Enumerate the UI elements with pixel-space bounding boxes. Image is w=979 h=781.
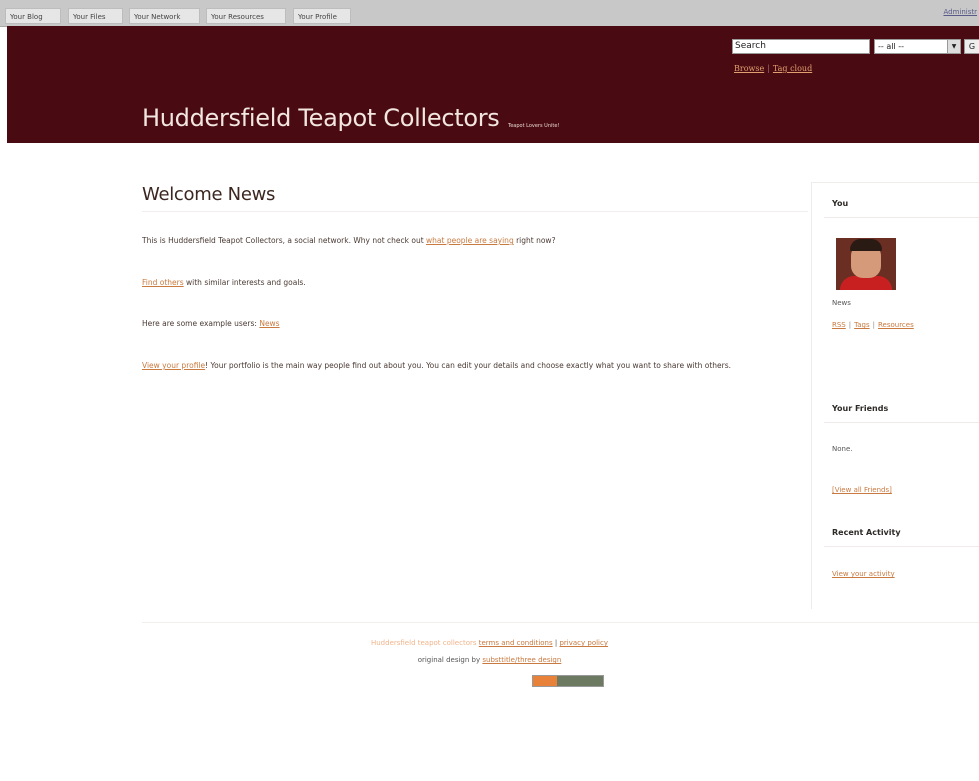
tab-your-network[interactable]: Your Network [129,8,200,24]
user-name: News [832,299,851,307]
administration-link[interactable]: Administr [943,8,977,16]
example-users-paragraph: Here are some example users: News [142,316,810,332]
site-header: Search -- all -- ▼ G Browse | Tag cloud Hu… [7,26,979,143]
footer-site-name: Huddersfield teapot collectors [370,639,477,647]
powered-by-badge[interactable] [532,675,604,687]
header-links: Browse | Tag cloud [734,64,812,73]
site-title[interactable]: Huddersfield Teapot Collectors [142,104,500,132]
find-others-text: with similar interests and goals. [183,278,306,287]
search-scope-select[interactable]: -- all -- ▼ [874,39,961,54]
chevron-down-icon[interactable]: ▼ [947,40,960,53]
footer-separator: | [554,639,558,647]
profile-text: ! Your portfolio is the main way people … [205,361,732,370]
browse-link[interactable]: Browse [734,64,764,73]
view-all-friends-anchor[interactable]: [View all Friends] [832,486,892,494]
footer-divider [142,622,979,623]
terms-link[interactable]: terms and conditions [479,639,553,647]
tab-your-files[interactable]: Your Files [68,8,123,24]
intro-paragraph: This is Huddersfield Teapot Collectors, … [142,233,810,249]
find-others-paragraph: Find others with similar interests and g… [142,275,810,291]
tab-your-blog[interactable]: Your Blog [5,8,61,24]
search-scope-value: -- all -- [878,42,904,51]
site-tagline: Teapot Lovers Unite! [508,123,560,129]
search-go-button[interactable]: G [964,39,979,54]
example-user-news-link[interactable]: News [259,319,279,328]
intro-text-end: right now? [513,236,556,245]
sidebar-divider [824,546,979,547]
view-activity-anchor[interactable]: View your activity [832,570,895,578]
sidebar-divider [824,422,979,423]
user-links: RSS | Tags | Resources [832,321,914,329]
you-heading: You [832,199,849,208]
rss-link[interactable]: RSS [832,321,846,329]
intro-text: This is Huddersfield Teapot Collectors, … [142,236,427,245]
activity-heading: Recent Activity [832,528,901,537]
page-title: Welcome News [142,184,276,205]
avatar-hair [850,239,882,251]
privacy-link[interactable]: privacy policy [559,639,608,647]
profile-paragraph: View your profile! Your portfolio is the… [142,358,810,374]
view-profile-link[interactable]: View your profile [142,361,205,370]
view-activity-link[interactable]: View your activity [832,570,895,578]
badge-logo [533,676,557,686]
design-credit-text: original design by [417,656,483,664]
friends-heading: Your Friends [832,404,889,413]
link-separator: | [767,64,770,73]
search-input[interactable]: Search [732,39,870,54]
sidebar-divider [824,217,979,218]
link-separator: | [848,321,852,329]
title-divider [142,211,808,212]
what-people-are-saying-link[interactable]: what people are saying [426,236,514,245]
sidebar: You News RSS | Tags | Resources Your Friends… [811,182,979,609]
footer-credit: original design by substtitle/three desi… [0,656,979,664]
avatar[interactable] [836,238,896,290]
avatar-shirt [840,276,892,290]
tags-link[interactable]: Tags [854,321,870,329]
find-others-link[interactable]: Find others [142,278,184,287]
top-toolbar: Your Blog Your Files Your Network Your R… [0,0,979,27]
resources-link[interactable]: Resources [878,321,914,329]
tab-your-profile[interactable]: Your Profile [293,8,351,24]
friends-value: None. [832,445,853,453]
footer-links: Huddersfield teapot collectors terms and… [0,639,979,647]
tab-your-resources[interactable]: Your Resources [206,8,286,24]
designer-link[interactable]: substtitle/three design [482,656,561,664]
example-users-text: Here are some example users: [142,319,260,328]
view-all-friends-link[interactable]: [View all Friends] [832,486,892,494]
tag-cloud-link[interactable]: Tag cloud [773,64,812,73]
link-separator: | [872,321,875,329]
